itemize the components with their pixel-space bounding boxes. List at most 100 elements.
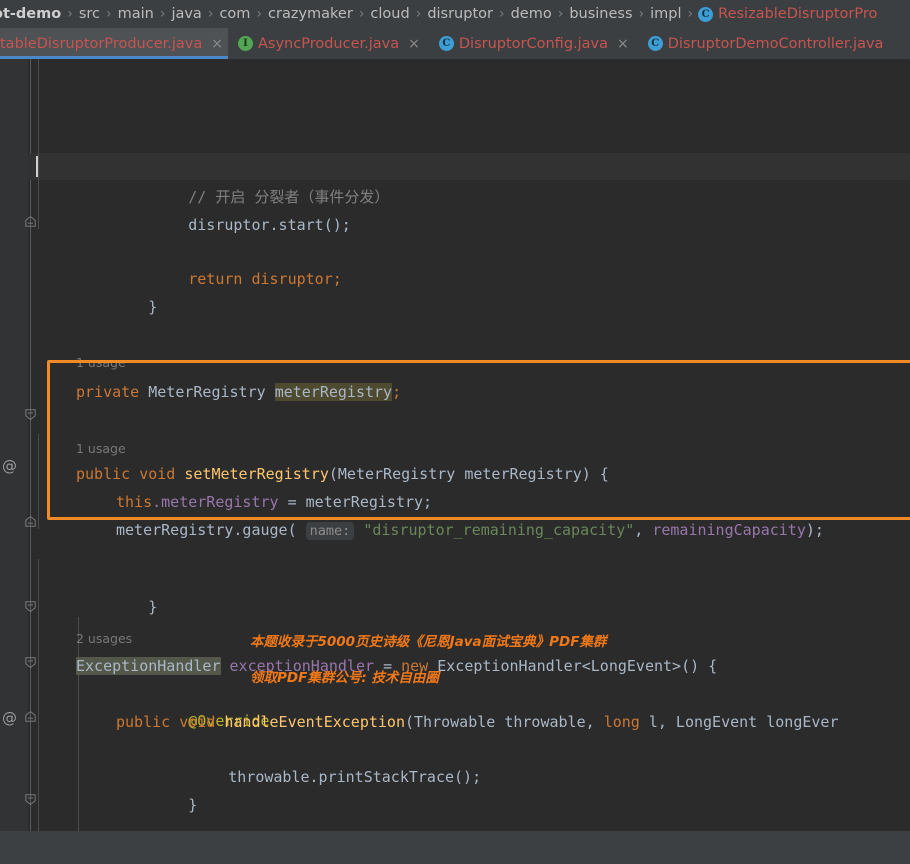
breadcrumb-item-disruptor[interactable]: disruptor: [426, 0, 494, 28]
type-token: MeterRegistry: [148, 383, 266, 401]
watermark-line-2: 领取PDF集群公号: 技术自由圈: [250, 670, 439, 686]
class-icon: C: [647, 36, 663, 51]
method-call-token: meterRegistry.gauge(: [116, 521, 297, 539]
tab-label: AsyncProducer.java: [258, 35, 400, 52]
usage-hint[interactable]: 1 usage: [76, 353, 126, 373]
code-line-override-annotation: @Override: [116, 681, 269, 730]
breadcrumb-item-business[interactable]: business: [568, 0, 633, 28]
breadcrumb-item-class[interactable]: ResizableDisruptorPro: [718, 0, 877, 28]
breadcrumb-separator: ›: [498, 6, 505, 22]
code-fold-collapse-icon[interactable]: [25, 516, 36, 527]
annotation-gutter-icon[interactable]: @: [2, 459, 17, 474]
keyword-token: return disruptor;: [188, 270, 342, 288]
breadcrumb-item-cloud[interactable]: cloud: [369, 0, 410, 28]
params-token: l, LongEvent longEver: [639, 713, 839, 731]
keyword-token: private: [76, 383, 140, 401]
editor-tab-bar: tableDisruptorProducer.java × I AsyncPro…: [0, 28, 910, 59]
type-token: ExceptionHandler: [76, 657, 221, 675]
annotation-gutter-icon[interactable]: @: [2, 711, 17, 726]
assignment-token: = meterRegistry;: [278, 493, 433, 511]
keyword-token: public: [116, 713, 171, 731]
breadcrumb-separator: ›: [415, 6, 422, 22]
code-line-setter-signature: public void setMeterRegistry(MeterRegist…: [76, 461, 609, 488]
indent-guide: [38, 434, 39, 529]
breadcrumb-item-java[interactable]: java: [170, 0, 202, 28]
class-icon: C: [698, 6, 714, 22]
code-fold-expand-icon[interactable]: [25, 601, 36, 612]
tail-token: );: [805, 521, 824, 539]
usage-hint[interactable]: 1 usage: [76, 439, 126, 459]
breadcrumb-item-main[interactable]: main: [117, 0, 155, 28]
watermark-line-1: 本题收录于5000页史诗级《尼恩Java面试宝典》PDF集群: [250, 634, 607, 650]
code-line-handle-event-exception: public void handleEventException(Throwab…: [116, 709, 839, 736]
breadcrumb-separator: ›: [687, 6, 694, 22]
breadcrumb-separator: ›: [207, 6, 214, 22]
code-token: }: [148, 298, 158, 316]
class-icon: C: [438, 36, 454, 51]
breadcrumb-item-crazymaker[interactable]: crazymaker: [267, 0, 354, 28]
code-token: }: [148, 598, 158, 616]
close-icon[interactable]: ×: [617, 37, 629, 51]
keyword-token: public: [76, 465, 131, 483]
tab-label: DisruptorConfig.java: [458, 35, 609, 52]
close-icon[interactable]: ×: [211, 37, 223, 51]
tab-disruptor-demo-controller[interactable]: C DisruptorDemoController.java: [638, 28, 893, 59]
string-literal-token: "disruptor_remaining_capacity": [363, 521, 635, 539]
breadcrumb-separator: ›: [159, 6, 166, 22]
code-line-print-stack-trace: throwable.printStackTrace();: [156, 737, 481, 786]
breadcrumb-separator: ›: [358, 6, 365, 22]
code-line-close-brace: }: [76, 567, 157, 616]
method-name-token: setMeterRegistry: [184, 465, 329, 483]
comma-token: ,: [634, 521, 653, 539]
breadcrumb-separator: ›: [105, 6, 112, 22]
keyword-token: this: [116, 493, 153, 511]
breadcrumb-separator: ›: [557, 6, 564, 22]
breadcrumb-item-impl[interactable]: impl: [649, 0, 682, 28]
breadcrumb-item-com[interactable]: com: [218, 0, 251, 28]
breadcrumb-item-demo[interactable]: demo: [510, 0, 553, 28]
tab-label: DisruptorDemoController.java: [667, 35, 884, 52]
code-content[interactable]: // 开启 分裂者（事件分发） disruptor.start(); retur…: [68, 59, 910, 831]
keyword-token: void: [139, 465, 176, 483]
breadcrumb-item-module[interactable]: ot-demo: [0, 0, 62, 28]
close-icon[interactable]: ×: [408, 37, 420, 51]
keyword-token: void: [179, 713, 216, 731]
code-line-gauge-call: meterRegistry.gauge( name: "disruptor_re…: [116, 517, 824, 544]
parameter-hint[interactable]: name:: [305, 522, 355, 540]
code-line-close-brace: }: [76, 267, 157, 316]
breadcrumb-item-src[interactable]: src: [78, 0, 101, 28]
code-token: }: [188, 796, 198, 814]
code-editor[interactable]: @ @ // 开启 分裂者（事件分发） disruptor.start(); r…: [0, 59, 910, 831]
code-token: disruptor.start();: [188, 216, 351, 234]
code-fold-collapse-icon[interactable]: [25, 216, 36, 227]
indent-guide: [38, 59, 39, 229]
code-fold-collapse-icon[interactable]: [25, 711, 36, 722]
field-name-token: meterRegistry: [274, 383, 393, 401]
breadcrumb-separator: ›: [256, 6, 263, 22]
indent-guide: [38, 559, 39, 831]
code-fold-expand-icon[interactable]: [25, 409, 36, 420]
editor-bottom-strip: [0, 831, 910, 864]
params-token: (Throwable throwable,: [405, 713, 604, 731]
code-line-disruptor-start: disruptor.start();: [116, 185, 351, 234]
params-token: (MeterRegistry meterRegistry) {: [328, 465, 609, 483]
constructor-token: ExceptionHandler<LongEvent>() {: [428, 657, 718, 675]
usage-hint[interactable]: 2 usages: [76, 629, 132, 649]
code-line-comment: // 开启 分裂者（事件分发）: [116, 157, 389, 206]
tab-disruptor-config[interactable]: C DisruptorConfig.java ×: [429, 28, 638, 59]
semicolon-token: ;: [392, 383, 402, 401]
code-fold-expand-icon[interactable]: [25, 657, 36, 668]
tab-resizable-disruptor-producer[interactable]: tableDisruptorProducer.java ×: [0, 28, 228, 59]
code-line-override-annotation: @Override: [116, 819, 270, 831]
code-token: throwable.printStackTrace();: [228, 768, 482, 786]
tab-async-producer[interactable]: I AsyncProducer.java ×: [228, 28, 429, 59]
ide-window: ot-demo › src › main › java › com › craz…: [0, 0, 910, 864]
interface-icon: I: [238, 36, 253, 51]
code-fold-collapse-icon[interactable]: [25, 794, 36, 805]
tab-label: tableDisruptorProducer.java: [0, 35, 203, 52]
